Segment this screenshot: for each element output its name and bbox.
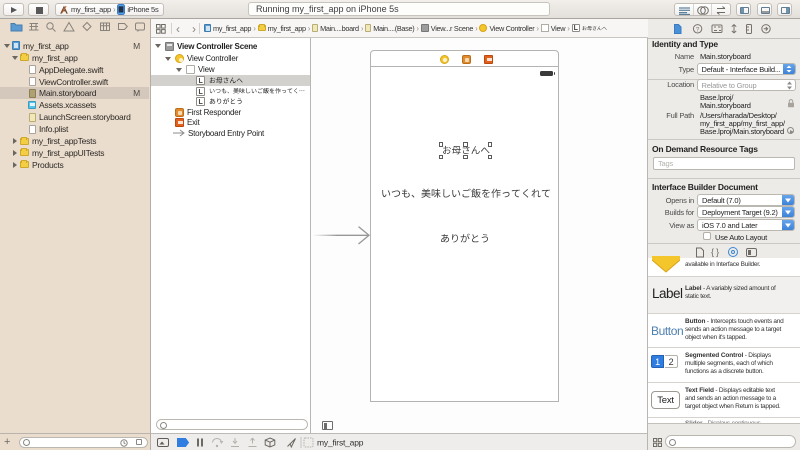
svg-text:my_first_app: my_first_app [317,438,364,448]
svg-text:?: ? [696,26,700,33]
